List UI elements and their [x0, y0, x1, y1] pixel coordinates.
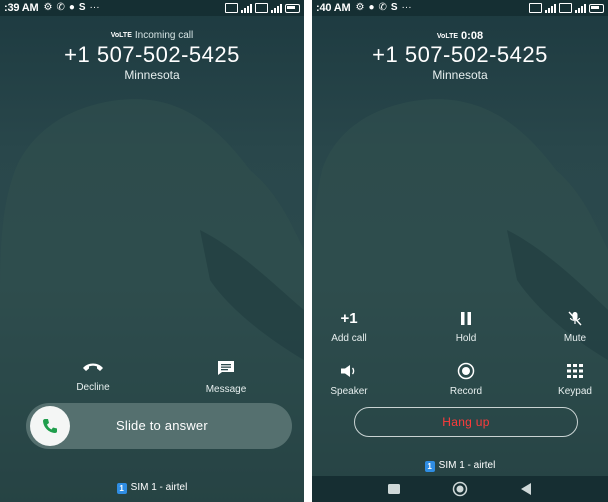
- battery-icon: [285, 3, 300, 13]
- more-icon: ···: [401, 2, 412, 13]
- signal-icon: [241, 3, 252, 13]
- phone-icon: ✆: [56, 2, 65, 13]
- keypad-button[interactable]: Keypad: [538, 362, 608, 397]
- status-time: :40 AM: [316, 2, 351, 14]
- whatsapp-icon: ●: [368, 2, 375, 13]
- speaker-icon: [341, 365, 355, 377]
- decline-label: Decline: [76, 382, 110, 393]
- caller-number: +1 507-502-5425: [64, 42, 240, 67]
- phone-hangup-icon: [83, 363, 103, 371]
- hold-label: Hold: [455, 333, 477, 344]
- status-bar: :40 AM ⚙ ● ✆ S ···: [312, 0, 608, 16]
- decline-button[interactable]: Decline: [53, 360, 133, 393]
- sim-badge-icon: 1: [116, 483, 127, 494]
- call-status: VoLTE 0:08: [312, 30, 608, 42]
- message-label: Message: [205, 384, 247, 395]
- signal-icon: [545, 3, 556, 13]
- sim-label: SIM 1 - airtel: [438, 460, 496, 471]
- add-call-label: Add call: [331, 333, 367, 344]
- call-timer: 0:08: [461, 30, 484, 42]
- add-call-button[interactable]: +1 Add call: [312, 309, 386, 345]
- add-call-icon: +1: [340, 309, 358, 327]
- more-icon: ···: [89, 2, 100, 13]
- volte-icon: [225, 3, 238, 13]
- hang-up-button[interactable]: Hang up: [354, 407, 578, 437]
- sim-info: 1 SIM 1 - airtel: [312, 460, 608, 472]
- phone-icon: [43, 419, 57, 433]
- caller-location: Minnesota: [432, 68, 488, 82]
- speaker-button[interactable]: Speaker: [312, 362, 386, 397]
- signal-icon-2: [575, 3, 586, 13]
- sim-badge-icon: 1: [424, 461, 435, 472]
- volte-icon-2: [559, 3, 572, 13]
- hold-button[interactable]: Hold: [429, 309, 503, 344]
- sim-label: SIM 1 - airtel: [130, 482, 188, 493]
- battery-icon: [589, 3, 604, 13]
- call-status: VoLTE Incoming call: [0, 30, 304, 41]
- phone-icon: ✆: [378, 2, 387, 13]
- mute-label: Mute: [563, 333, 587, 344]
- answer-knob[interactable]: [30, 406, 70, 446]
- keypad-icon: [567, 364, 583, 378]
- settings-icon: ⚙: [43, 2, 53, 13]
- caller-number: +1 507-502-5425: [372, 42, 548, 67]
- volte-label: VoLTE: [110, 32, 132, 39]
- sim-info: 1 SIM 1 - airtel: [0, 482, 304, 494]
- record-button[interactable]: Record: [429, 362, 503, 397]
- status-time: :39 AM: [4, 2, 39, 14]
- s-icon: S: [390, 2, 398, 13]
- message-icon: [218, 361, 234, 375]
- call-status-text: Incoming call: [134, 30, 194, 41]
- s-icon: S: [78, 2, 86, 13]
- incoming-call-screen: :39 AM ⚙ ✆ ● S ··· VoLTE Incoming call +1…: [0, 0, 304, 502]
- volte-icon: [529, 3, 542, 13]
- record-icon: [457, 362, 475, 380]
- navigation-bar: [312, 476, 608, 502]
- pause-icon: [461, 311, 471, 325]
- whatsapp-icon: ●: [68, 2, 75, 13]
- speaker-label: Speaker: [330, 386, 368, 397]
- caller-location: Minnesota: [124, 68, 180, 82]
- slide-label: Slide to answer: [116, 418, 208, 433]
- back-icon[interactable]: [520, 483, 532, 495]
- volte-label: VoLTE: [436, 33, 459, 40]
- active-call-screen: :40 AM ⚙ ● ✆ S ··· VoLTE 0:08 +1 507-502-…: [312, 0, 608, 502]
- message-button[interactable]: Message: [186, 360, 266, 395]
- status-bar: :39 AM ⚙ ✆ ● S ···: [0, 0, 304, 16]
- slide-to-answer[interactable]: Slide to answer: [26, 403, 292, 449]
- recents-icon[interactable]: [388, 484, 400, 494]
- settings-icon: ⚙: [355, 2, 365, 13]
- signal-icon-2: [271, 3, 282, 13]
- record-label: Record: [449, 386, 483, 397]
- mute-button[interactable]: Mute: [538, 309, 608, 344]
- home-icon[interactable]: [452, 481, 468, 497]
- volte-icon-2: [255, 3, 268, 13]
- mic-off-icon: [568, 311, 582, 325]
- keypad-label: Keypad: [558, 386, 592, 397]
